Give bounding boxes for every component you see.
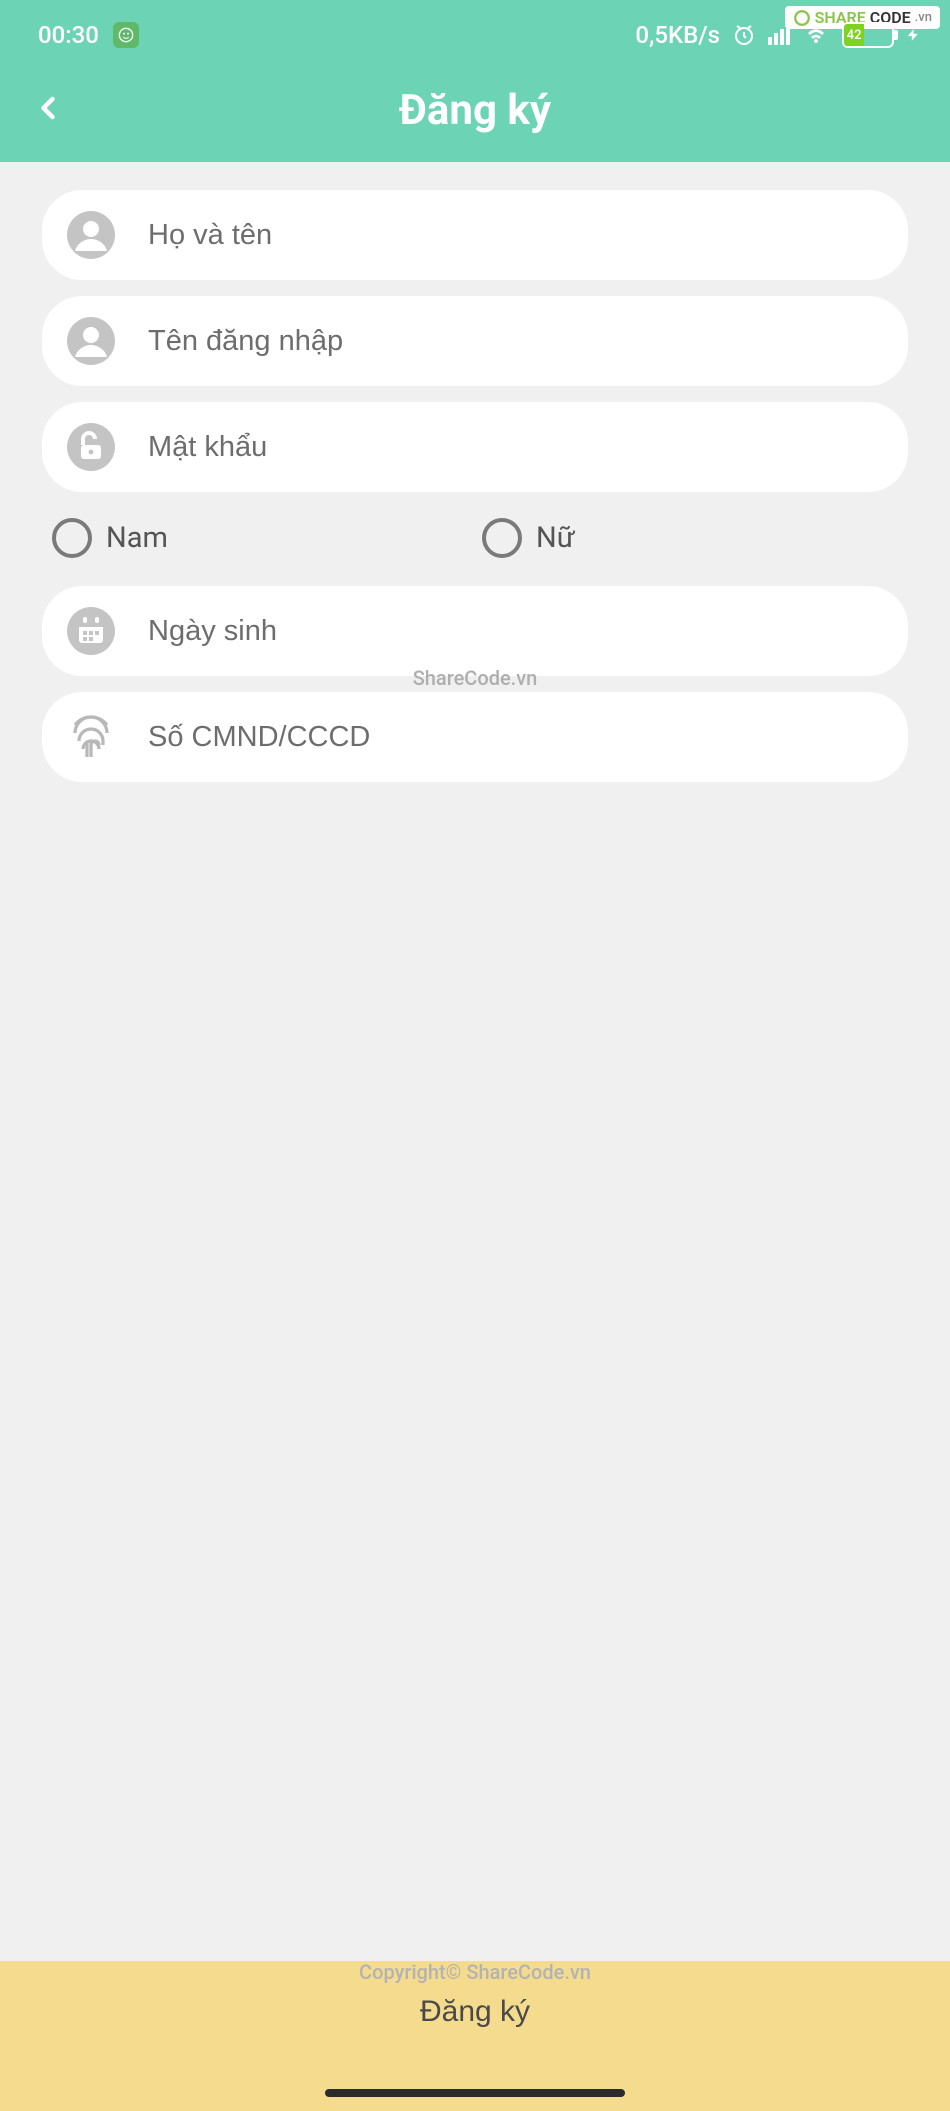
submit-button[interactable]: Đăng ký (420, 1995, 530, 2029)
radio-circle-icon (52, 518, 92, 558)
password-input[interactable] (148, 431, 884, 464)
battery-icon: 42 (842, 22, 894, 48)
gender-female-radio[interactable]: Nữ (482, 518, 575, 558)
logo-swirl-icon (793, 9, 811, 27)
username-input[interactable] (148, 325, 884, 358)
fullname-input[interactable] (148, 219, 884, 252)
page-title: Đăng ký (399, 86, 551, 135)
gender-male-label: Nam (106, 521, 168, 555)
idcard-input[interactable] (148, 721, 884, 754)
username-field[interactable] (42, 296, 908, 386)
radio-circle-icon (482, 518, 522, 558)
dob-input[interactable] (148, 615, 884, 648)
calendar-icon (66, 606, 116, 656)
person-icon (66, 316, 116, 366)
gender-male-radio[interactable]: Nam (52, 518, 482, 558)
signup-form: Nam Nữ (0, 162, 950, 782)
alarm-icon (732, 23, 756, 47)
home-indicator[interactable] (325, 2089, 625, 2097)
app-header: SHARECODE.vn 00:30 0,5KB/s 42 Đăng ký (0, 0, 950, 162)
fingerprint-icon (66, 712, 116, 762)
status-netspeed: 0,5KB/s (635, 21, 720, 49)
fullname-field[interactable] (42, 190, 908, 280)
back-button[interactable] (30, 84, 66, 136)
idcard-field[interactable] (42, 692, 908, 782)
battery-percent: 42 (844, 24, 864, 46)
app-notification-icon (113, 22, 139, 48)
watermark-suffix: .vn (915, 10, 932, 25)
status-time: 00:30 (38, 21, 99, 49)
gender-female-label: Nữ (536, 521, 575, 555)
chevron-left-icon (30, 84, 66, 132)
dob-field[interactable] (42, 586, 908, 676)
person-icon (66, 210, 116, 260)
lock-open-icon (66, 422, 116, 472)
password-field[interactable] (42, 402, 908, 492)
gender-radios: Nam Nữ (42, 508, 908, 568)
